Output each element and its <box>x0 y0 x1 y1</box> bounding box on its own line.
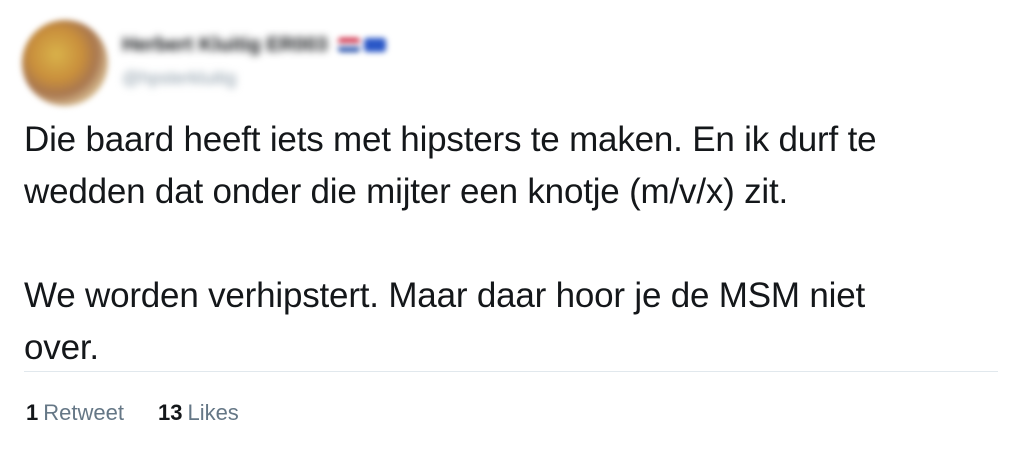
tweet-text-line: We worden verhipstert. Maar daar hoor je… <box>24 276 865 315</box>
flag-icons <box>337 38 386 52</box>
avatar[interactable] <box>22 20 108 106</box>
author-display-name[interactable]: Herbert Kluitig ER003 <box>122 34 328 57</box>
netherlands-flag-icon <box>337 38 360 52</box>
tweet-text-line: wedden dat onder die mijter een knotje (… <box>24 172 789 211</box>
tweet-paragraph-2: We worden verhipstert. Maar daar hoor je… <box>24 270 984 374</box>
tweet-text-line: over. <box>24 328 99 367</box>
likes-count: 13 <box>157 400 183 425</box>
author-name-line: Herbert Kluitig ER003 <box>122 32 386 58</box>
tweet-text: Die baard heeft iets met hipsters te mak… <box>24 114 984 374</box>
retweets-stat[interactable]: 1 Retweet <box>26 400 124 426</box>
tweet-text-line: Die baard heeft iets met hipsters te mak… <box>24 120 877 159</box>
tweet-card: Herbert Kluitig ER003 @hpsterkluitig Die… <box>0 0 1024 455</box>
tweet-stats: 1 Retweet 13 Likes <box>26 400 239 426</box>
divider <box>24 371 998 372</box>
likes-label: Likes <box>187 400 239 425</box>
likes-stat[interactable]: 13 Likes <box>158 400 239 426</box>
tweet-paragraph-1: Die baard heeft iets met hipsters te mak… <box>24 114 984 218</box>
author-handle[interactable]: @hpsterkluitig <box>122 68 236 89</box>
retweets-count: 1 <box>26 400 39 425</box>
retweets-label: Retweet <box>43 400 124 425</box>
eu-flag-icon <box>363 38 386 52</box>
tweet-header: Herbert Kluitig ER003 @hpsterkluitig <box>22 12 622 106</box>
